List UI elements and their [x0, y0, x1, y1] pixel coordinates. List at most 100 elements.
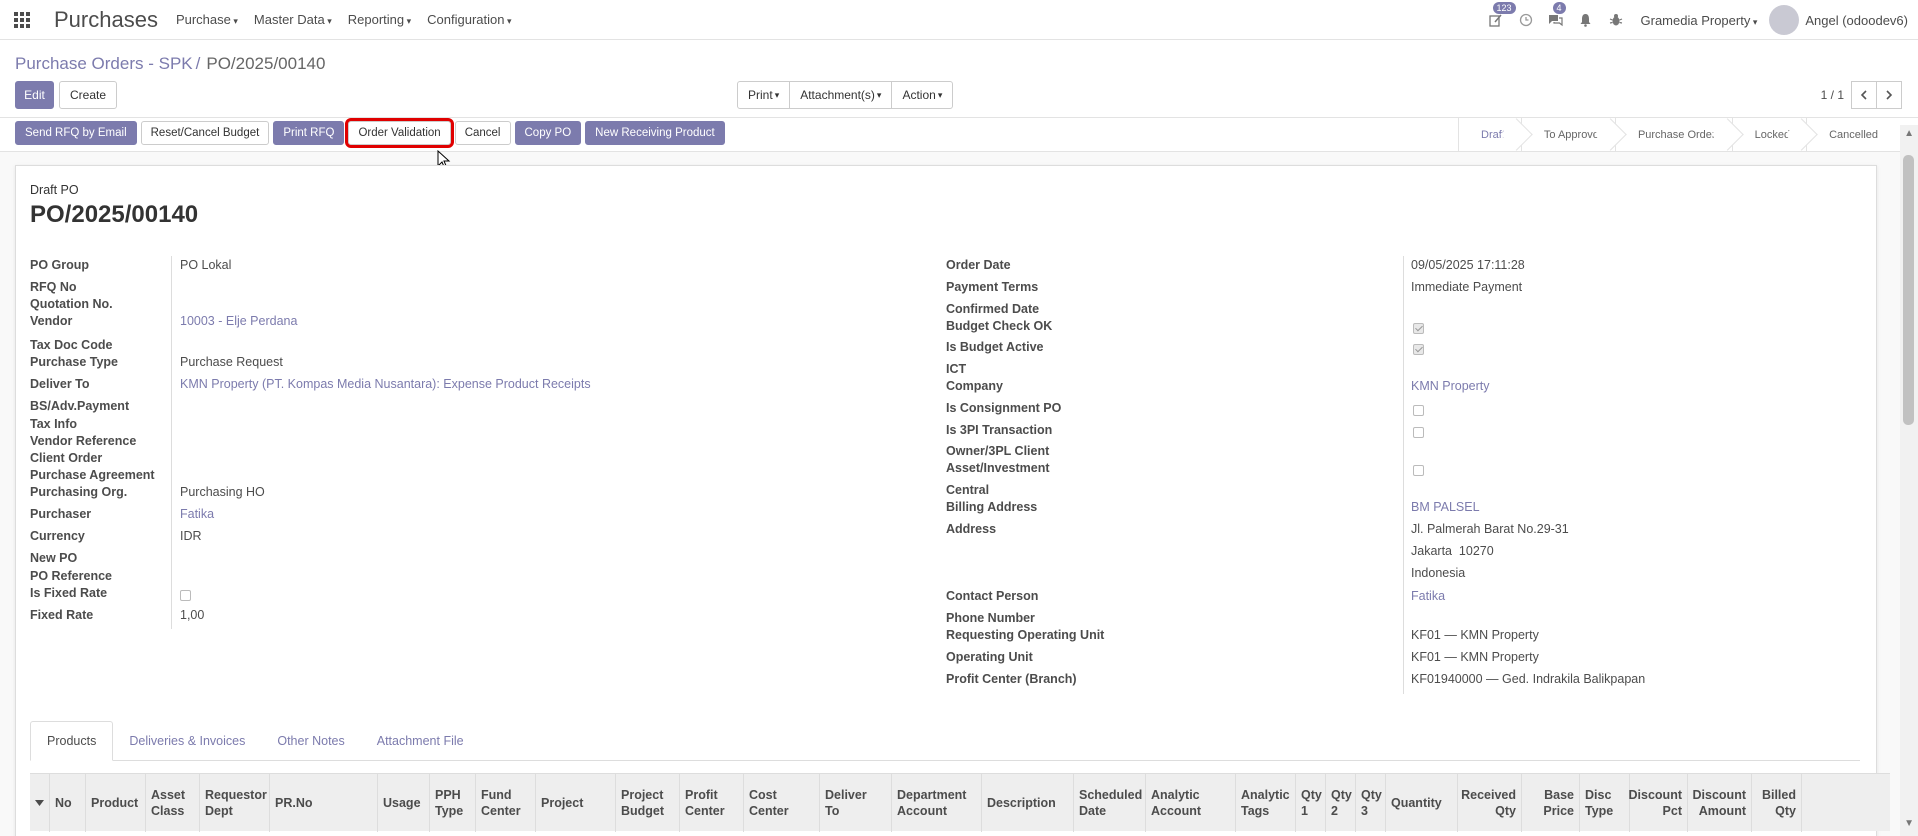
billing-address-link[interactable]: BM PALSEL — [1411, 500, 1480, 514]
stage-cancelled[interactable]: Cancelled — [1806, 118, 1894, 152]
tab-deliveries-invoices[interactable]: Deliveries & Invoices — [113, 721, 261, 761]
po-reference-label: PO Reference — [30, 569, 112, 583]
notification-bell-icon[interactable] — [1571, 0, 1601, 40]
column-header[interactable]: Description — [982, 774, 1074, 832]
column-header[interactable]: Requestor Dept — [200, 774, 270, 832]
purchase-type-value[interactable]: Purchase Request — [180, 355, 283, 369]
column-header[interactable]: Cost Center — [744, 774, 820, 832]
menu-configuration[interactable]: Configuration — [427, 12, 511, 27]
debug-bug-icon[interactable] — [1601, 0, 1631, 40]
user-menu[interactable]: Angel (odoodev6) — [1805, 13, 1908, 28]
menu-purchase[interactable]: Purchase — [176, 12, 238, 27]
column-header[interactable]: Analytic Account — [1146, 774, 1236, 832]
column-header[interactable]: Scheduled Date — [1074, 774, 1146, 832]
purchasing-org-value[interactable]: Purchasing HO — [180, 485, 265, 499]
operating-unit-value[interactable]: KF01 — KMN Property — [1411, 650, 1539, 664]
is-3pl-transaction-checkbox[interactable] — [1413, 427, 1424, 438]
column-header[interactable]: Billed Qty — [1752, 774, 1802, 832]
column-header[interactable]: PR.No — [270, 774, 378, 832]
action-dropdown[interactable]: Action — [891, 81, 954, 109]
print-rfq-button[interactable]: Print RFQ — [273, 121, 345, 145]
column-header[interactable]: Deliver To — [820, 774, 892, 832]
column-header[interactable]: No — [50, 774, 86, 832]
menu-master-data[interactable]: Master Data — [254, 12, 332, 27]
column-header[interactable]: Department Account — [892, 774, 982, 832]
edit-button[interactable]: Edit — [15, 81, 54, 109]
requesting-operating-unit-value[interactable]: KF01 — KMN Property — [1411, 628, 1539, 642]
new-receiving-product-button[interactable]: New Receiving Product — [585, 121, 725, 145]
attachments-dropdown[interactable]: Attachment(s) — [789, 81, 893, 109]
is-consignment-po-checkbox[interactable] — [1413, 405, 1424, 416]
clock-icon[interactable] — [1511, 0, 1541, 40]
pager-next-button[interactable] — [1876, 81, 1902, 109]
column-header[interactable]: Analytic Tags — [1236, 774, 1296, 832]
column-header[interactable]: Discount Pct — [1629, 774, 1688, 832]
stage-draft[interactable]: Draft — [1458, 118, 1521, 152]
column-header-label: Type — [435, 804, 464, 818]
breadcrumb-parent-link[interactable]: Purchase Orders - SPK — [15, 54, 193, 73]
reset-cancel-budget-button[interactable]: Reset/Cancel Budget — [140, 121, 270, 145]
sort-toggle-icon[interactable] — [30, 774, 50, 832]
budget-check-ok-checkbox[interactable] — [1413, 323, 1424, 334]
deliver-to-label: Deliver To — [30, 377, 90, 391]
apps-menu-icon[interactable] — [0, 0, 44, 40]
pager-value[interactable]: 1 / 1 — [1821, 88, 1844, 102]
is-fixed-rate-checkbox[interactable] — [180, 590, 191, 601]
bs-adv-payment-label: BS/Adv.Payment — [30, 399, 130, 413]
fixed-rate-value[interactable]: 1,00 — [180, 608, 204, 622]
company-switcher[interactable]: Gramedia Property — [1641, 13, 1758, 28]
tab-products[interactable]: Products — [30, 721, 114, 761]
order-validation-button[interactable]: Order Validation — [345, 118, 454, 148]
column-header[interactable]: Fund Center — [476, 774, 536, 832]
asset-investment-checkbox[interactable] — [1413, 465, 1424, 476]
profit-center-value[interactable]: KF01940000 — Ged. Indrakila Balikpapan — [1411, 672, 1645, 686]
scrollbar-thumb[interactable] — [1903, 155, 1914, 425]
deliver-to-link[interactable]: KMN Property (PT. Kompas Media Nusantara… — [180, 377, 591, 391]
budget-check-ok-label: Budget Check OK — [946, 319, 1053, 333]
create-button[interactable]: Create — [59, 81, 118, 109]
column-header[interactable]: Asset Class — [146, 774, 200, 832]
column-header[interactable]: Qty 3 — [1356, 774, 1386, 832]
vendor-link[interactable]: 10003 - Elje Perdana — [180, 314, 297, 328]
pager-previous-button[interactable] — [1851, 81, 1877, 109]
column-header[interactable]: Usage — [378, 774, 430, 832]
column-header[interactable]: Project Budget — [616, 774, 680, 832]
column-header[interactable]: Qty 2 — [1326, 774, 1356, 832]
send-rfq-email-button[interactable]: Send RFQ by Email — [15, 121, 137, 145]
menu-reporting[interactable]: Reporting — [348, 12, 411, 27]
column-header[interactable]: Base Price — [1522, 774, 1580, 832]
tab-attachment-file[interactable]: Attachment File — [361, 721, 480, 761]
currency-value[interactable]: IDR — [180, 529, 202, 543]
activity-edit-icon[interactable]: 123 — [1481, 0, 1516, 40]
stage-to-approve[interactable]: To Approve — [1520, 118, 1615, 152]
print-dropdown[interactable]: Print — [737, 81, 791, 109]
column-header[interactable]: Disc Type — [1580, 774, 1630, 832]
scroll-up-arrow-icon[interactable]: ▲ — [1904, 128, 1914, 139]
scroll-down-arrow-icon[interactable]: ▼ — [1904, 818, 1914, 829]
top-navbar: Purchases Purchase Master Data Reporting… — [0, 0, 1918, 40]
user-avatar[interactable] — [1769, 5, 1800, 35]
payment-terms-value[interactable]: Immediate Payment — [1411, 280, 1522, 294]
messages-icon[interactable]: 4 — [1541, 0, 1571, 40]
breadcrumb-separator: / — [195, 54, 201, 73]
column-header[interactable]: Quantity — [1386, 774, 1458, 832]
tab-other-notes[interactable]: Other Notes — [261, 721, 360, 761]
column-header[interactable]: Discount Amount — [1688, 774, 1752, 832]
column-header[interactable]: Product — [86, 774, 146, 832]
is-budget-active-checkbox[interactable] — [1413, 344, 1424, 355]
cancel-button[interactable]: Cancel — [454, 121, 511, 145]
column-header[interactable]: Received Qty — [1458, 774, 1522, 832]
company-link[interactable]: KMN Property — [1411, 379, 1490, 393]
client-order-label: Client Order — [30, 451, 103, 465]
po-group-value[interactable]: PO Lokal — [180, 258, 231, 272]
contact-person-link[interactable]: Fatika — [1411, 589, 1445, 603]
column-header[interactable]: Qty 1 — [1296, 774, 1326, 832]
stage-purchase-order[interactable]: Purchase Order — [1614, 118, 1732, 152]
column-header[interactable]: Profit Center — [680, 774, 744, 832]
order-date-value[interactable]: 09/05/2025 17:11:28 — [1411, 258, 1525, 272]
column-header[interactable]: Project — [536, 774, 616, 832]
purchaser-link[interactable]: Fatika — [180, 507, 214, 521]
copy-po-button[interactable]: Copy PO — [514, 121, 582, 145]
column-header[interactable]: PPH Type — [430, 774, 476, 832]
column-header-label: Account — [897, 804, 947, 818]
